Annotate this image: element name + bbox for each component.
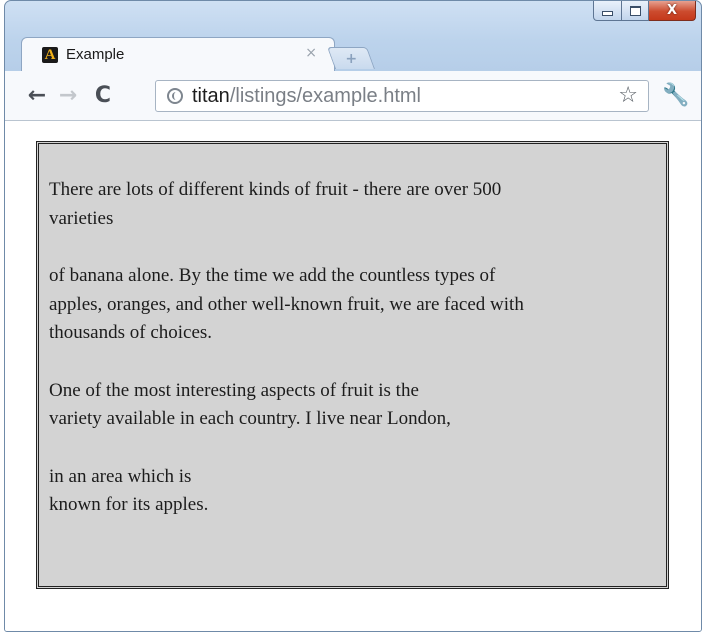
- wrench-menu-icon[interactable]: 🔧: [662, 83, 689, 108]
- paragraph-line: in an area which is: [49, 465, 192, 487]
- reload-button[interactable]: C: [91, 82, 115, 108]
- paragraph-line: apples, oranges, and other well-known fr…: [49, 293, 524, 315]
- plus-icon: +: [345, 50, 358, 67]
- toolbar: ← → C titan/listings/example.html ☆: [5, 71, 701, 121]
- paragraph-line: One of the most interesting aspects of f…: [49, 379, 419, 401]
- address-bar[interactable]: titan/listings/example.html ☆: [155, 80, 649, 112]
- paragraph-line: variety available in each country. I liv…: [49, 408, 451, 429]
- paragraph-line: varieties: [49, 207, 114, 229]
- tab-close-icon[interactable]: ×: [305, 45, 317, 61]
- paragraph-line: There are lots of different kinds of fru…: [49, 179, 502, 200]
- back-button[interactable]: ←: [25, 82, 49, 108]
- forward-button[interactable]: →: [56, 82, 80, 108]
- url-text[interactable]: titan/listings/example.html: [192, 84, 421, 108]
- url-host: titan: [192, 85, 230, 107]
- url-path: /listings/example.html: [229, 85, 421, 107]
- maximize-button[interactable]: [622, 1, 649, 21]
- forward-arrow-icon: →: [58, 82, 78, 108]
- content-box: There are lots of different kinds of fru…: [36, 141, 669, 589]
- reload-icon: C: [94, 82, 112, 108]
- page-viewport: There are lots of different kinds of fru…: [5, 121, 701, 631]
- maximize-icon: [629, 5, 641, 16]
- paragraph-line: known for its apples.: [49, 494, 209, 515]
- new-tab-button[interactable]: +: [326, 47, 376, 69]
- back-arrow-icon: ←: [27, 82, 47, 108]
- favicon-letter: A: [44, 47, 56, 63]
- close-icon: X: [666, 3, 678, 18]
- globe-icon: [167, 88, 183, 104]
- close-window-button[interactable]: X: [649, 1, 696, 21]
- paragraph-line: of banana alone. By the time we add the …: [49, 265, 496, 286]
- browser-window: X A Example × + ← → C titan/listings/exa…: [4, 0, 702, 632]
- window-caption-buttons: X: [593, 1, 696, 21]
- paragraph-line: thousands of choices.: [49, 322, 213, 343]
- bookmark-star-icon[interactable]: ☆: [618, 83, 638, 108]
- minimize-button[interactable]: [593, 1, 622, 21]
- minimize-icon: [602, 11, 613, 16]
- tab-title: Example: [66, 46, 125, 63]
- favicon-icon: A: [42, 47, 58, 63]
- tab-example[interactable]: A Example ×: [21, 37, 335, 71]
